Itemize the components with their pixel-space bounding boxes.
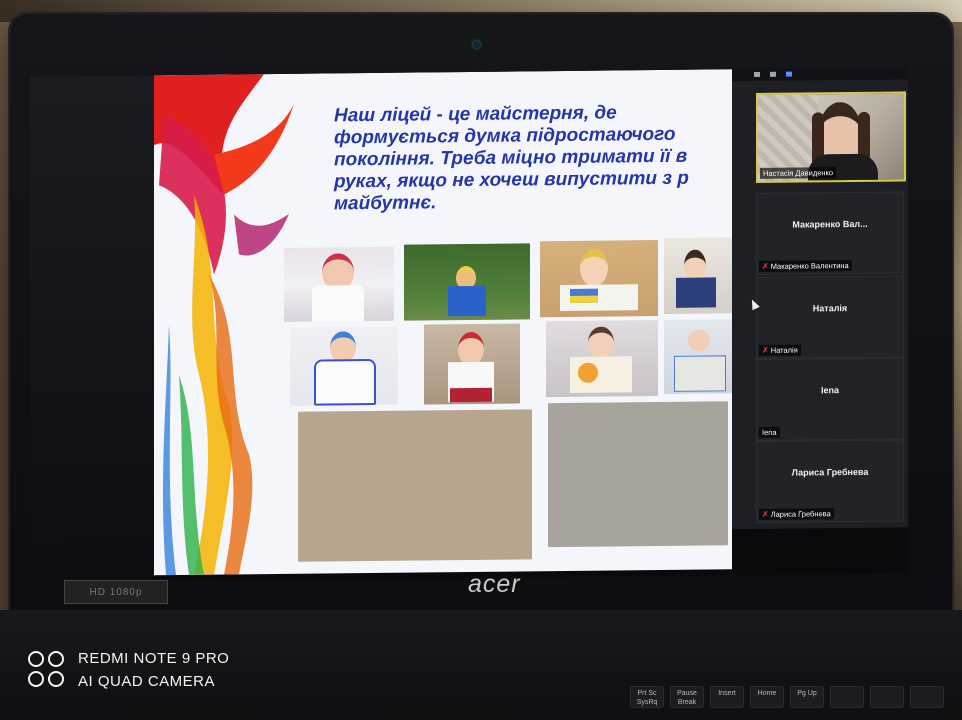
participant-name: Iena bbox=[762, 427, 777, 437]
gallery-view-icon[interactable] bbox=[786, 71, 792, 77]
muted-mic-icon: ✗ bbox=[762, 509, 769, 519]
muted-mic-icon: ✗ bbox=[762, 345, 769, 355]
hd-sticker: HD 1080p bbox=[64, 580, 168, 604]
participant-name-label: ✗ Наталія bbox=[759, 344, 801, 356]
photo-child-blue bbox=[664, 319, 732, 394]
photo-boy-drawing bbox=[540, 240, 658, 318]
participant-title: Наталія bbox=[812, 303, 848, 314]
key-pause[interactable]: Pause Break bbox=[670, 686, 704, 708]
photo-girl-wreath bbox=[284, 246, 394, 322]
participant-title: Лариса Гребнева bbox=[791, 466, 869, 478]
photo-garden bbox=[404, 243, 530, 321]
key[interactable] bbox=[910, 686, 944, 708]
photo-collage-left bbox=[298, 409, 532, 562]
participant-tile[interactable]: Лариса Гребнева ✗ Лариса Гребнева bbox=[756, 439, 904, 523]
participant-name: Наталія bbox=[770, 345, 798, 355]
participant-name: Макаренко Валентина bbox=[770, 261, 849, 271]
desktop-dark-area bbox=[30, 75, 154, 583]
key-prtsc[interactable]: Prt Sc SysRq bbox=[630, 686, 664, 708]
photo-girl-embroidery bbox=[290, 326, 398, 406]
key[interactable] bbox=[830, 686, 864, 708]
participant-name-label: ✗ Лариса Гребнева bbox=[759, 508, 834, 520]
participant-tile-video[interactable]: Настасія Давиденко bbox=[756, 91, 906, 183]
acer-logo: acer bbox=[468, 570, 521, 598]
paint-splash-decoration bbox=[154, 74, 294, 576]
muted-mic-icon: ✗ bbox=[762, 261, 769, 271]
key[interactable] bbox=[870, 686, 904, 708]
key-home[interactable]: Home bbox=[750, 686, 784, 708]
minimize-icon[interactable] bbox=[754, 71, 760, 78]
video-gallery-panel: Настасія Давиденко Макаренко Вал... ✗ Ма… bbox=[732, 67, 908, 530]
slide-quote-text: Наш ліцей - це майстерня, де формується … bbox=[334, 102, 689, 215]
participant-name: Настасія Давиденко bbox=[763, 168, 834, 178]
participant-name-label: Iena bbox=[759, 426, 780, 438]
photo-collage-right bbox=[548, 401, 728, 548]
participant-tile[interactable]: Наталія ✗ Наталія bbox=[756, 275, 904, 359]
webcam-icon bbox=[473, 41, 480, 48]
participant-tile[interactable]: Макаренко Вал... ✗ Макаренко Валентина bbox=[756, 191, 904, 275]
participant-tile[interactable]: Iena Iena bbox=[756, 357, 904, 441]
key-insert[interactable]: Insert bbox=[710, 686, 744, 708]
watermark-model: REDMI NOTE 9 PRO bbox=[78, 650, 230, 667]
participant-title: Макаренко Вал... bbox=[792, 218, 868, 230]
participant-title: Iena bbox=[820, 385, 839, 396]
camera-lens-icon bbox=[28, 651, 66, 689]
photo-collage bbox=[284, 237, 732, 562]
presentation-slide: Наш ліцей - це майстерня, де формується … bbox=[154, 69, 732, 576]
photo-girl-picture bbox=[546, 320, 658, 398]
participant-name: Лариса Гребнева bbox=[770, 509, 831, 519]
camera-watermark: REDMI NOTE 9 PRO AI QUAD CAMERA bbox=[28, 650, 229, 690]
photo-boy-flag bbox=[664, 237, 732, 314]
laptop-screen: Наш ліцей - це майстерня, де формується … bbox=[30, 67, 908, 583]
participant-name-label: ✗ Макаренко Валентина bbox=[759, 259, 852, 272]
restore-icon[interactable] bbox=[770, 71, 776, 77]
participant-name-label: Настасія Давиденко bbox=[760, 167, 837, 179]
gallery-toolbar bbox=[732, 67, 908, 82]
watermark-camera: AI QUAD CAMERA bbox=[78, 673, 216, 690]
photo-girl-portrait bbox=[424, 323, 520, 405]
key-pgup[interactable]: Pg Up bbox=[790, 686, 824, 708]
